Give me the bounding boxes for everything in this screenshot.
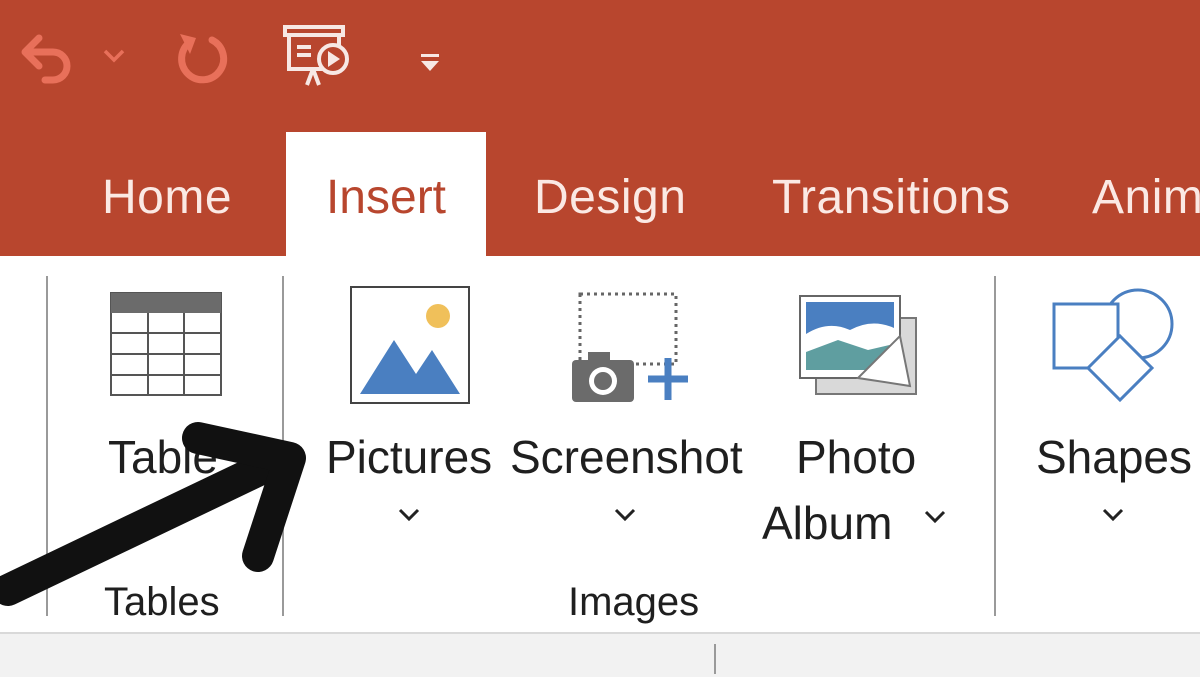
status-bar-divider (714, 644, 716, 674)
annotation-arrow-icon (0, 422, 306, 606)
status-bar (0, 632, 1200, 677)
